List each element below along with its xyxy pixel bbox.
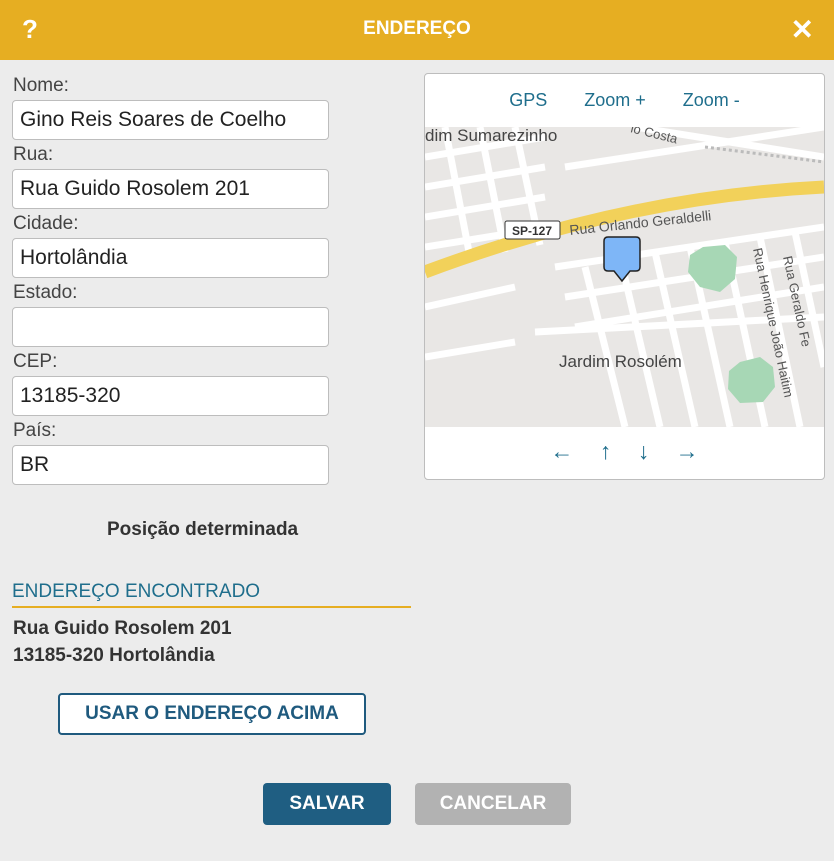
dialog-header: ? ENDEREÇO ✕ (0, 0, 834, 60)
dialog-title: ENDEREÇO (363, 18, 471, 39)
pan-down-icon[interactable]: ↓ (638, 438, 650, 465)
save-button[interactable]: SALVAR (263, 783, 391, 825)
pan-left-icon[interactable]: ← (550, 438, 573, 465)
map-label-sumarezinho: dim Sumarezinho (425, 127, 557, 145)
map-pan-arrows: ← ↑ ↓ → (425, 438, 824, 465)
zoom-in-button[interactable]: Zoom + (584, 90, 646, 111)
map-label-rosolem: Jardim Rosolém (559, 352, 682, 371)
map-tiles: dim Sumarezinho io Costa SP-127 Rua Orla… (425, 127, 824, 427)
map-panel: GPS Zoom + Zoom - dim Sumarezinho io Cos… (424, 73, 825, 480)
use-address-button[interactable]: USAR O ENDEREÇO ACIMA (58, 693, 366, 735)
zoom-out-button[interactable]: Zoom - (683, 90, 740, 111)
pais-input[interactable] (12, 445, 329, 485)
map-view[interactable]: dim Sumarezinho io Costa SP-127 Rua Orla… (425, 127, 824, 427)
estado-label: Estado: (13, 282, 78, 303)
cidade-label: Cidade: (13, 213, 79, 234)
cancel-button[interactable]: CANCELAR (415, 783, 571, 825)
pan-right-icon[interactable]: → (676, 438, 699, 465)
cep-input[interactable] (12, 376, 329, 416)
gps-button[interactable]: GPS (509, 90, 547, 111)
nome-input[interactable] (12, 100, 329, 140)
close-icon[interactable]: ✕ (791, 13, 814, 46)
rua-label: Rua: (13, 144, 54, 165)
found-address-line2: 13185-320 Hortolândia (13, 645, 215, 666)
position-status: Posição determinada (107, 519, 299, 540)
pan-up-icon[interactable]: ↑ (600, 438, 612, 465)
map-label-highway: SP-127 (512, 224, 552, 238)
cep-label: CEP: (13, 351, 58, 372)
found-address-line1: Rua Guido Rosolem 201 (13, 618, 232, 639)
rua-input[interactable] (12, 169, 329, 209)
pais-label: País: (13, 420, 57, 441)
estado-input[interactable] (12, 307, 329, 347)
map-controls: GPS Zoom + Zoom - (425, 90, 824, 111)
nome-label: Nome: (13, 75, 69, 96)
cidade-input[interactable] (12, 238, 329, 278)
found-address-title: ENDEREÇO ENCONTRADO (12, 581, 411, 608)
